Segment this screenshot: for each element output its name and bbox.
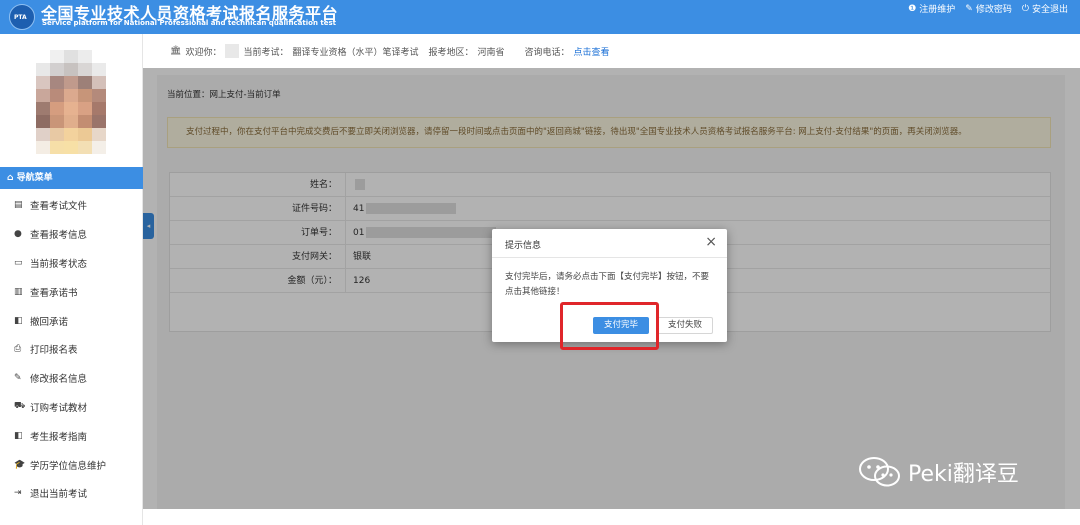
nav-menu-header: ⌂ 导航菜单	[0, 167, 143, 189]
sidebar-item-label: 订购考试教材	[30, 402, 88, 414]
monitor-icon: ▭	[14, 257, 23, 268]
phone-link[interactable]: 点击查看	[574, 45, 610, 58]
sidebar-item-edit-info[interactable]: ✎ 修改报名信息	[0, 364, 143, 393]
graduation-cap-icon: 🎓	[14, 459, 26, 470]
bank-icon: 🏛	[170, 46, 182, 56]
card-icon: ▥	[14, 286, 23, 297]
footer-strip	[143, 509, 1080, 525]
wechat-watermark: Peki翻译豆	[858, 455, 1019, 489]
cart-icon: ⛟	[14, 401, 26, 412]
sign-out-icon: ⇥	[14, 488, 22, 499]
document-icon: ▤	[14, 200, 23, 211]
register-maintain-link[interactable]: ❶ 注册维护	[908, 2, 956, 16]
sidebar-item-label: 当前报考状态	[30, 258, 88, 270]
sidebar-item-exit-exam[interactable]: ⇥ 退出当前考试	[0, 479, 143, 508]
sidebar-item-order-materials[interactable]: ⛟ 订购考试教材	[0, 393, 143, 422]
username-redacted	[225, 44, 240, 58]
close-icon[interactable]: ×	[705, 234, 717, 250]
nav-menu-title: 导航菜单	[16, 173, 53, 183]
user-info-bar: 🏛 欢迎你： 当前考试： 翻译专业资格（水平）笔译考试 报考地区： 河南省 咨询…	[157, 34, 1065, 68]
region-value: 河南省	[477, 47, 505, 58]
dialog-message: 支付完毕后，请务必点击下面【支付完毕】按钮，不要点击其他链接！	[505, 272, 710, 297]
welcome-label: 欢迎你：	[185, 47, 222, 58]
book-icon: ◧	[14, 430, 23, 441]
payment-failed-button[interactable]: 支付失败	[657, 317, 713, 334]
nav-list: ▤ 查看考试文件 ● 查看报考信息 ▭ 当前报考状态 ▥ 查看承诺书 ◧ 撤回承…	[0, 191, 143, 508]
power-icon: ⏻	[1021, 3, 1029, 14]
change-password-label: 修改密码	[975, 5, 1012, 15]
sidebar-item-label: 退出当前考试	[30, 489, 88, 501]
edit-icon: ✎	[965, 3, 973, 14]
phone-label: 咨询电话：	[524, 47, 570, 58]
sidebar-item-print-form[interactable]: ⎙ 打印报名表	[0, 335, 143, 364]
sidebar-item-application-status[interactable]: ▭ 当前报考状态	[0, 249, 143, 278]
region-label: 报考地区：	[428, 47, 474, 58]
book-icon: ◧	[14, 315, 23, 326]
sidebar-item-label: 打印报名表	[30, 345, 78, 357]
print-icon: ⎙	[14, 344, 22, 355]
edit-icon: ✎	[14, 373, 22, 384]
avatar	[36, 50, 106, 154]
info-icon: ●	[14, 229, 22, 240]
watermark-text: Peki翻译豆	[908, 462, 1019, 487]
sidebar: ⌂ 导航菜单 ▤ 查看考试文件 ● 查看报考信息 ▭ 当前报考状态 ▥ 查看承诺…	[0, 34, 143, 525]
sidebar-item-commitment[interactable]: ▥ 查看承诺书	[0, 277, 143, 306]
wechat-icon	[858, 455, 902, 489]
logo-text: PTA	[14, 14, 27, 21]
exam-value: 翻译专业资格（水平）笔译考试	[292, 47, 419, 58]
pta-logo: PTA	[9, 4, 35, 30]
exam-label: 当前考试：	[243, 47, 289, 58]
sidebar-item-label: 查看承诺书	[30, 287, 78, 299]
sidebar-item-label: 查看考试文件	[30, 201, 88, 213]
dialog-title: 提示信息	[505, 241, 542, 251]
sidebar-item-label: 修改报名信息	[30, 374, 88, 386]
platform-subtitle: Service platform for National Profession…	[42, 19, 336, 27]
home-icon: ⌂	[7, 173, 17, 183]
top-links: ❶ 注册维护 ✎ 修改密码 ⏻ 安全退出	[908, 2, 1068, 16]
sidebar-item-guide[interactable]: ◧ 考生报考指南	[0, 421, 143, 450]
change-password-link[interactable]: ✎ 修改密码	[965, 2, 1012, 16]
sidebar-item-label: 学历学位信息维护	[30, 460, 107, 472]
highlight-annotation	[560, 302, 659, 350]
sidebar-item-degree-info[interactable]: 🎓 学历学位信息维护	[0, 450, 143, 479]
sidebar-item-exam-files[interactable]: ▤ 查看考试文件	[0, 191, 143, 220]
register-maintain-label: 注册维护	[919, 5, 956, 15]
dialog-divider	[492, 257, 727, 258]
top-header: PTA 全国专业技术人员资格考试报名服务平台 Service platform …	[0, 0, 1080, 34]
sidebar-item-label: 撤回承诺	[30, 316, 69, 328]
sidebar-item-withdraw-commitment[interactable]: ◧ 撤回承诺	[0, 306, 143, 335]
sidebar-item-label: 考生报考指南	[30, 431, 88, 443]
sidebar-item-application-info[interactable]: ● 查看报考信息	[0, 220, 143, 249]
logout-label: 安全退出	[1031, 5, 1068, 15]
logout-link[interactable]: ⏻ 安全退出	[1021, 2, 1068, 16]
info-icon: ❶	[908, 3, 917, 14]
sidebar-item-label: 查看报考信息	[30, 230, 88, 242]
